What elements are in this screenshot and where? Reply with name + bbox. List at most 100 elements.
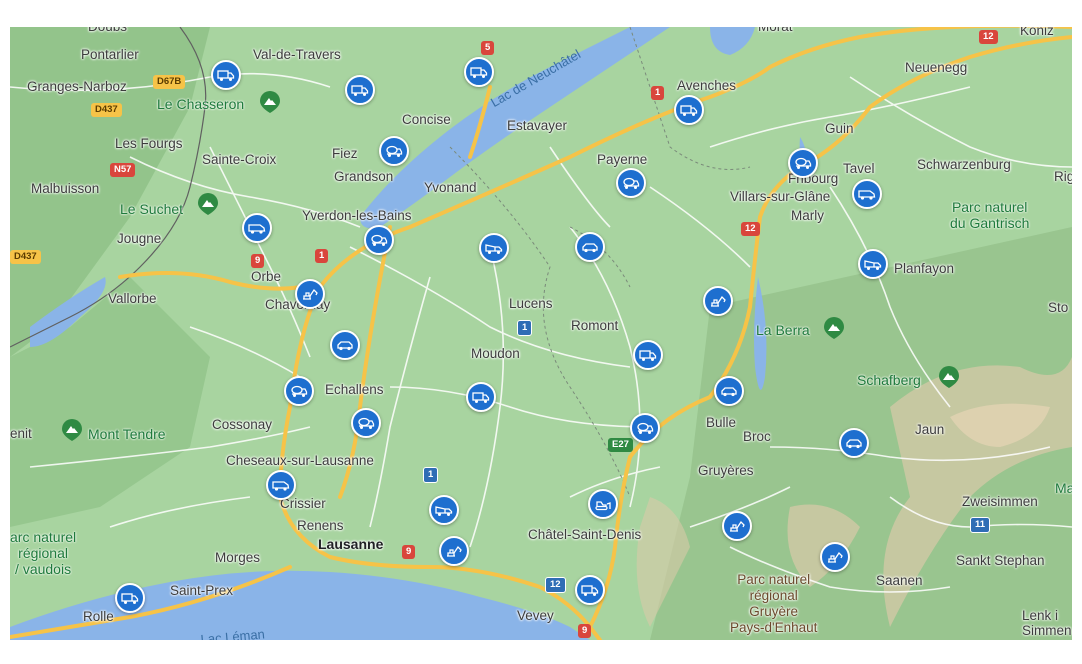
vehicle-marker[interactable]	[858, 249, 888, 279]
vehicle-marker[interactable]	[575, 232, 605, 262]
place-label-lucens: Lucens	[509, 296, 553, 311]
vehicle-marker[interactable]	[616, 168, 646, 198]
place-label-romont: Romont	[571, 318, 619, 333]
place-label-rolle: Rolle	[83, 609, 114, 624]
vehicle-marker[interactable]	[479, 233, 509, 263]
excavator-icon	[445, 544, 463, 558]
road-shield: N57	[110, 163, 136, 177]
place-label-mont-tendre: Mont Tendre	[88, 426, 166, 442]
place-label-cossonay: Cossonay	[212, 417, 273, 432]
place-label-vallorbe: Vallorbe	[108, 291, 157, 306]
vehicle-marker[interactable]	[788, 148, 818, 178]
vehicle-marker[interactable]	[379, 136, 409, 166]
car-icon	[336, 338, 354, 352]
vehicle-marker[interactable]	[295, 279, 325, 309]
cement-mixer-icon	[622, 176, 640, 190]
cement-mixer-icon	[357, 416, 375, 430]
place-label-guin: Guin	[825, 121, 854, 136]
vehicle-marker[interactable]	[330, 330, 360, 360]
vehicle-marker[interactable]	[703, 286, 733, 316]
place-label-val-de-travers: Val-de-Travers	[253, 47, 341, 62]
vehicle-marker[interactable]	[211, 60, 241, 90]
mountain-peak-icon	[939, 366, 959, 388]
place-label-gruyeres: Gruyères	[698, 463, 754, 478]
place-label-jaun: Jaun	[915, 422, 945, 437]
vehicle-marker[interactable]	[266, 470, 296, 500]
place-label-rig: Rig	[1054, 169, 1072, 184]
place-label-lausanne: Lausanne	[318, 536, 384, 552]
road-shield: 5	[481, 41, 495, 55]
place-label-saint-prex: Saint-Prex	[170, 583, 234, 598]
place-label-broc: Broc	[743, 429, 771, 444]
vehicle-marker[interactable]	[429, 495, 459, 525]
map-view[interactable]: Doubs Pontarlier Val-de-Travers Morat Köniz G…	[10, 27, 1072, 640]
place-label-schafberg: Schafberg	[857, 372, 921, 388]
vehicle-marker[interactable]	[714, 376, 744, 406]
place-label-tavel: Tavel	[843, 161, 875, 176]
vehicle-marker[interactable]	[630, 413, 660, 443]
place-label-parc-gruyere: Parc naturel régional Gruyère Pays-d'Enh…	[730, 572, 818, 635]
vehicle-marker[interactable]	[575, 575, 605, 605]
road-shield: 1	[517, 320, 533, 336]
vehicle-marker[interactable]	[588, 489, 618, 519]
vehicle-marker[interactable]	[722, 511, 752, 541]
car-icon	[581, 240, 599, 254]
car-icon	[720, 384, 738, 398]
vehicle-marker[interactable]	[852, 179, 882, 209]
van-icon	[272, 478, 290, 492]
road-shield: D67B	[153, 75, 186, 89]
dump-truck-icon	[864, 257, 882, 271]
place-label-concise: Concise	[402, 112, 451, 127]
place-label-moudon: Moudon	[471, 346, 520, 361]
mountain-peak-icon	[62, 419, 82, 441]
place-label-payerne: Payerne	[597, 152, 648, 167]
vehicle-marker[interactable]	[466, 382, 496, 412]
delivery-van-icon	[121, 591, 139, 605]
cement-mixer-icon	[794, 156, 812, 170]
place-label-malbuisson: Malbuisson	[31, 181, 100, 196]
place-label-chatel: Châtel-Saint-Denis	[528, 527, 642, 542]
place-label-cheseaux: Cheseaux-sur-Lausanne	[226, 453, 374, 468]
delivery-van-icon	[680, 103, 698, 117]
vehicle-marker[interactable]	[242, 213, 272, 243]
vehicle-marker[interactable]	[464, 57, 494, 87]
place-label-ma: Ma	[1055, 480, 1072, 496]
vehicle-marker[interactable]	[839, 428, 869, 458]
place-label-zweisimmen: Zweisimmen	[962, 494, 1038, 509]
vehicle-marker[interactable]	[351, 408, 381, 438]
vehicle-marker[interactable]	[345, 75, 375, 105]
place-label-echallens: Echallens	[325, 382, 384, 397]
car-icon	[845, 436, 863, 450]
vehicle-marker[interactable]	[820, 542, 850, 572]
road-shield: 9	[402, 545, 416, 559]
place-label-jougne: Jougne	[117, 231, 162, 246]
delivery-van-icon	[639, 348, 657, 362]
place-label-yverdon: Yverdon-les-Bains	[302, 208, 412, 223]
place-label-la-berra: La Berra	[756, 322, 810, 338]
place-label-marly: Marly	[791, 208, 824, 223]
vehicle-marker[interactable]	[284, 376, 314, 406]
place-label-morat: Morat	[758, 27, 793, 34]
place-label-grandson: Grandson	[334, 169, 394, 184]
delivery-van-icon	[472, 390, 490, 404]
place-label-koniz: Köniz	[1020, 27, 1054, 38]
place-label-orbe: Orbe	[251, 269, 282, 284]
cement-mixer-icon	[636, 421, 654, 435]
road-shield: D437	[91, 103, 122, 117]
delivery-van-icon	[581, 583, 599, 597]
place-label-enit: enit	[10, 426, 32, 441]
excavator-icon	[826, 550, 844, 564]
place-label-morges: Morges	[215, 550, 261, 565]
van-icon	[248, 221, 266, 235]
vehicle-marker[interactable]	[439, 536, 469, 566]
place-label-yvonand: Yvonand	[424, 180, 477, 195]
road-shield: 12	[979, 30, 998, 44]
vehicle-marker[interactable]	[674, 95, 704, 125]
mountain-peak-icon	[260, 91, 280, 113]
vehicle-marker[interactable]	[364, 225, 394, 255]
place-label-bulle: Bulle	[706, 415, 737, 430]
vehicle-marker[interactable]	[115, 583, 145, 613]
vehicle-marker[interactable]	[633, 340, 663, 370]
place-label-sankt-stephan: Sankt Stephan	[956, 553, 1045, 568]
place-label-avenches: Avenches	[677, 78, 737, 93]
